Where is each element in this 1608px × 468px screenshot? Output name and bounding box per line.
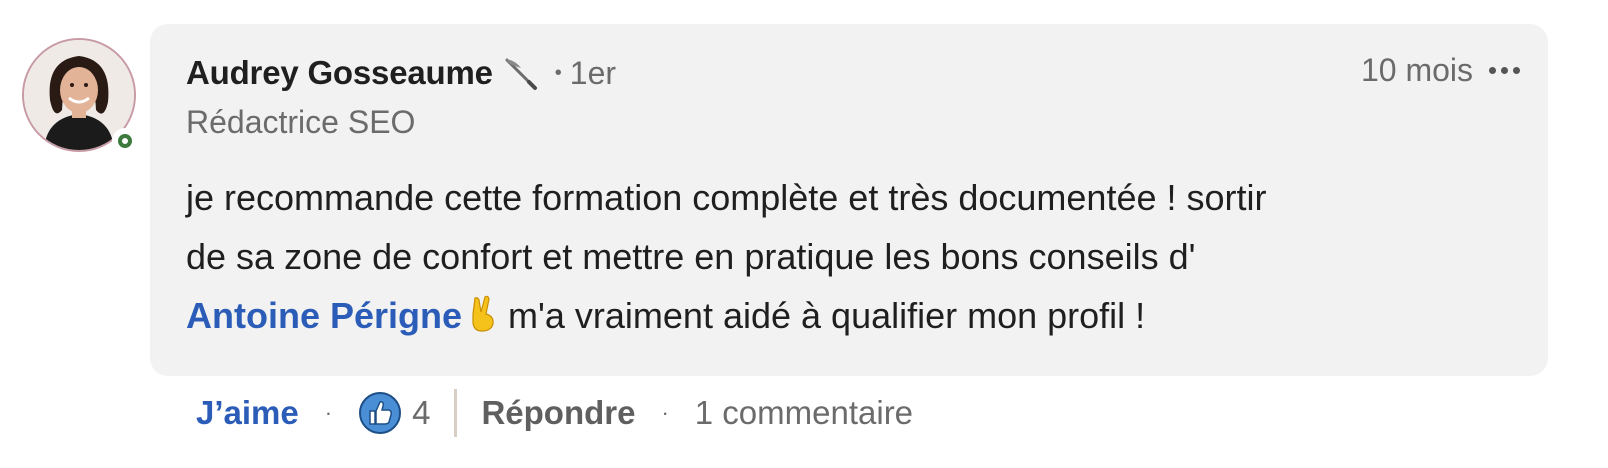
connection-degree: 1er bbox=[569, 54, 617, 91]
action-separator-2: · bbox=[661, 400, 669, 425]
online-status-icon bbox=[118, 134, 132, 148]
degree-separator: • bbox=[554, 61, 562, 84]
comment-body: je recommande cette formation complète e… bbox=[186, 168, 1526, 349]
like-button[interactable]: J’aime bbox=[196, 394, 299, 432]
reaction-count: 4 bbox=[412, 394, 431, 431]
comment-line-3: Antoine Périgne m'a vraiment aidé à qual… bbox=[186, 286, 1526, 349]
comment-author-row: Audrey Gosseaume • 1er bbox=[186, 54, 616, 92]
like-reaction-icon bbox=[358, 391, 402, 435]
comment-line-2: de sa zone de confort et mettre en prati… bbox=[186, 236, 1196, 277]
author-headline: Rédactrice SEO bbox=[186, 104, 416, 140]
action-divider bbox=[454, 389, 458, 437]
comment-actions: J’aime · 4 Répondre · 1 commentaire bbox=[196, 388, 913, 438]
comment-tail: m'a vraiment aidé à qualifier mon profil… bbox=[508, 295, 1146, 336]
reactions-summary[interactable]: 4 bbox=[358, 391, 430, 435]
quill-pen-icon bbox=[501, 54, 539, 92]
comment-meta: 10 mois bbox=[1361, 52, 1522, 89]
replies-count[interactable]: 1 commentaire bbox=[695, 394, 913, 432]
victory-hand-icon bbox=[468, 290, 498, 349]
more-options-icon[interactable] bbox=[1487, 61, 1522, 80]
comment-line-1: je recommande cette formation complète e… bbox=[186, 177, 1267, 218]
author-name[interactable]: Audrey Gosseaume bbox=[186, 54, 493, 92]
presence-indicator bbox=[112, 128, 138, 154]
reply-button[interactable]: Répondre bbox=[481, 394, 635, 432]
mention-link[interactable]: Antoine Périgne bbox=[186, 295, 462, 336]
author-avatar-wrapper[interactable] bbox=[22, 38, 140, 156]
action-separator: · bbox=[324, 400, 333, 425]
comment-bubble: Audrey Gosseaume • 1er Rédactrice SEO 10… bbox=[150, 24, 1548, 376]
comment-timestamp: 10 mois bbox=[1360, 52, 1473, 88]
